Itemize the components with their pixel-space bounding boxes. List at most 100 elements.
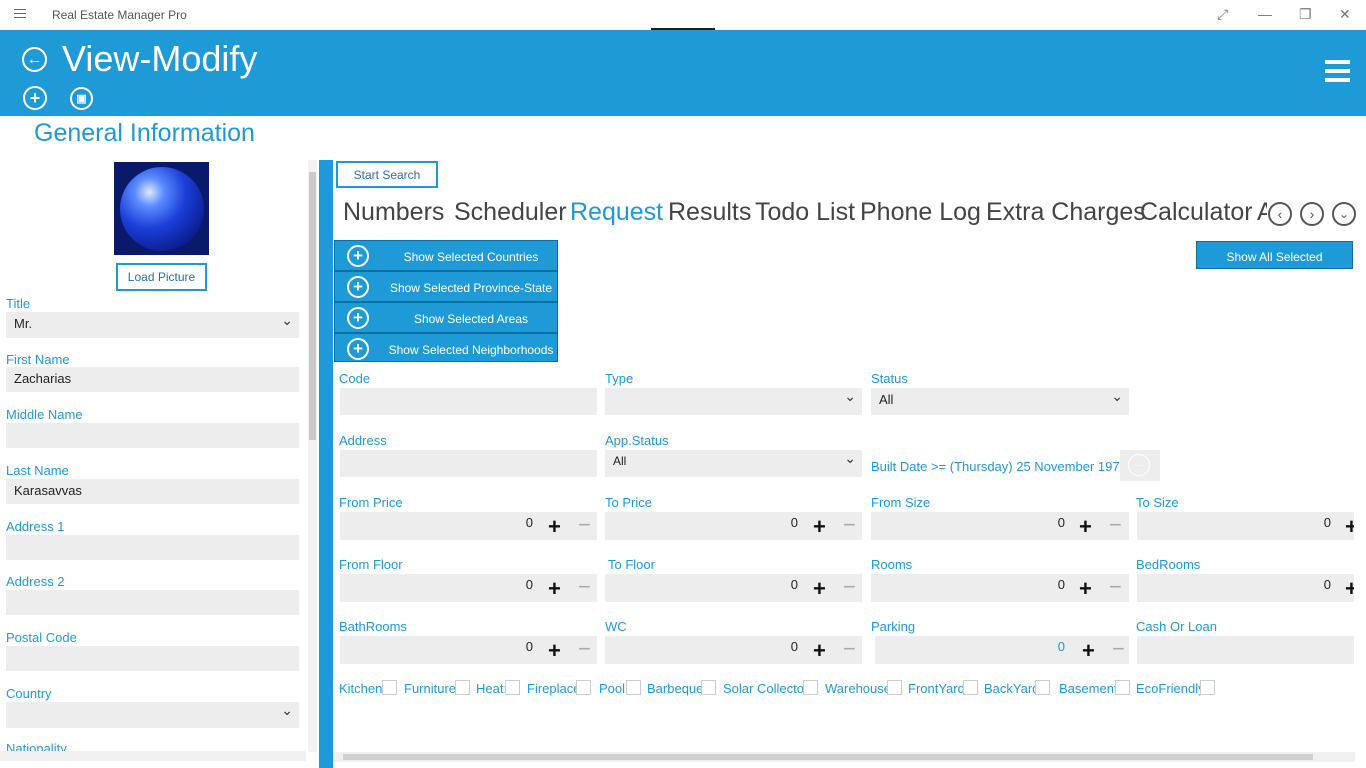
show-selected-countries-button[interactable]: + Show Selected Countries — [334, 240, 558, 271]
solar-collector-checkbox[interactable] — [803, 680, 818, 695]
tab-numbers[interactable]: Numbers — [343, 198, 444, 227]
warehouse-checkbox[interactable] — [887, 680, 902, 695]
address2-label: Address 2 — [6, 574, 65, 589]
to-floor-plus-icon[interactable]: + — [813, 576, 826, 602]
address1-field[interactable] — [6, 535, 299, 560]
show-all-selected-button[interactable]: Show All Selected — [1196, 241, 1353, 269]
tab-calculator[interactable]: Calculator — [1140, 198, 1253, 227]
fireplace-checkbox[interactable] — [576, 680, 591, 695]
basement-checkbox[interactable] — [1115, 680, 1130, 695]
first-name-field[interactable]: Zacharias — [6, 367, 299, 392]
tab-extra-charges[interactable]: Extra Charges — [986, 198, 1146, 227]
restore-icon[interactable]: ❐ — [1299, 6, 1312, 23]
rooms-minus-icon[interactable]: − — [1109, 574, 1122, 600]
hamburger-icon[interactable] — [1325, 60, 1350, 87]
tabs-expand-icon[interactable]: ⌄ — [1332, 202, 1356, 226]
plus-circle-icon: + — [347, 276, 369, 298]
close-icon[interactable]: ✕ — [1339, 6, 1351, 23]
load-picture-button[interactable]: Load Picture — [116, 263, 207, 291]
left-horizontal-scrollbar[interactable] — [0, 751, 306, 761]
wc-plus-icon[interactable]: + — [813, 638, 826, 664]
tab-results[interactable]: Results — [668, 198, 751, 227]
tab-request[interactable]: Request — [570, 198, 663, 227]
fullscreen-icon[interactable]: ⤢ — [1217, 6, 1228, 23]
show-selected-neighborhoods-label: Show Selected Neighborhoods — [388, 343, 554, 357]
pool-checkbox[interactable] — [626, 680, 641, 695]
parking-plus-icon[interactable]: + — [1082, 638, 1095, 664]
from-price-minus-icon[interactable]: − — [578, 512, 591, 538]
to-size-plus-icon[interactable]: + — [1345, 514, 1354, 540]
back-arrow-icon[interactable]: ← — [22, 47, 47, 72]
panel-splitter[interactable] — [319, 160, 333, 768]
app-status-select[interactable]: All — [605, 450, 862, 477]
to-floor-label: To Floor — [608, 557, 655, 572]
kitchen-checkbox[interactable] — [382, 680, 397, 695]
show-selected-neighborhoods-button[interactable]: + Show Selected Neighborhoods — [334, 333, 558, 362]
to-size-field[interactable]: 0 — [1137, 512, 1354, 540]
profile-picture — [114, 162, 209, 255]
minimize-icon[interactable]: — — [1258, 6, 1272, 22]
from-floor-minus-icon[interactable]: − — [578, 574, 591, 600]
cash-or-loan-field[interactable] — [1137, 636, 1354, 664]
bedrooms-field[interactable]: 0 — [1137, 574, 1354, 602]
built-date-button[interactable]: … — [1120, 450, 1160, 481]
furniture-label: Furniture: — [404, 681, 460, 696]
left-scroll-thumb[interactable] — [309, 172, 316, 440]
bathrooms-label: BathRooms — [339, 619, 407, 634]
status-select[interactable]: All — [871, 388, 1129, 415]
last-name-field[interactable]: Karasavvas — [6, 479, 299, 504]
show-selected-areas-button[interactable]: + Show Selected Areas — [334, 302, 558, 333]
from-floor-plus-icon[interactable]: + — [548, 576, 561, 602]
right-scroll-thumb[interactable] — [343, 754, 1313, 760]
frontyard-checkbox[interactable] — [963, 680, 978, 695]
show-selected-province-label: Show Selected Province-State — [389, 281, 553, 295]
built-date-text[interactable]: Built Date >= (Thursday) 25 November 197… — [871, 459, 1127, 474]
tabs-previous-icon[interactable]: ‹ — [1268, 202, 1292, 226]
backyard-checkbox[interactable] — [1035, 680, 1050, 695]
from-size-plus-icon[interactable]: + — [1079, 514, 1092, 540]
header-bar: ← View-Modify + ▣ — [0, 30, 1366, 116]
type-select[interactable] — [605, 388, 862, 415]
show-selected-province-button[interactable]: + Show Selected Province-State — [334, 271, 558, 302]
ecofriendly-checkbox[interactable] — [1200, 680, 1215, 695]
from-price-plus-icon[interactable]: + — [548, 514, 561, 540]
barbeque-label: Barbeque: — [647, 681, 707, 696]
plus-icon[interactable]: + — [23, 86, 47, 110]
furniture-checkbox[interactable] — [455, 680, 470, 695]
save-icon[interactable]: ▣ — [70, 87, 93, 110]
to-price-minus-icon[interactable]: − — [843, 512, 856, 538]
first-name-label: First Name — [6, 352, 70, 367]
wc-minus-icon[interactable]: − — [843, 636, 856, 662]
status-label: Status — [871, 371, 908, 386]
right-horizontal-scrollbar[interactable] — [333, 752, 1355, 762]
address-field[interactable] — [340, 450, 597, 477]
from-size-minus-icon[interactable]: − — [1109, 512, 1122, 538]
from-floor-label: From Floor — [339, 557, 403, 572]
tab-todo-list[interactable]: Todo List — [755, 198, 855, 227]
barbeque-checkbox[interactable] — [701, 680, 716, 695]
to-price-plus-icon[interactable]: + — [813, 514, 826, 540]
address2-field[interactable] — [6, 590, 299, 615]
heat-label: Heat: — [476, 681, 508, 696]
bathrooms-minus-icon[interactable]: − — [578, 636, 591, 662]
tab-phone-log[interactable]: Phone Log — [860, 198, 981, 227]
tabs-next-icon[interactable]: › — [1300, 202, 1324, 226]
postal-code-field[interactable] — [6, 646, 299, 671]
bedrooms-plus-icon[interactable]: + — [1345, 576, 1354, 602]
heat-checkbox[interactable] — [505, 680, 520, 695]
title-label: Title — [6, 296, 31, 311]
tab-truncated[interactable]: A — [1257, 198, 1267, 227]
left-vertical-scrollbar[interactable] — [308, 160, 317, 752]
rooms-plus-icon[interactable]: + — [1079, 576, 1092, 602]
parking-minus-icon[interactable]: − — [1112, 636, 1125, 662]
to-floor-minus-icon[interactable]: − — [843, 574, 856, 600]
title-select[interactable]: Mr. — [6, 312, 299, 338]
tab-scheduler[interactable]: Scheduler — [454, 198, 567, 227]
country-select[interactable] — [6, 702, 299, 728]
app-menu-icon[interactable] — [14, 9, 26, 21]
code-field[interactable] — [340, 388, 597, 415]
start-search-button[interactable]: Start Search — [336, 161, 438, 188]
bathrooms-plus-icon[interactable]: + — [548, 638, 561, 664]
basement-label: Basement: — [1059, 681, 1122, 696]
middle-name-field[interactable] — [6, 423, 299, 448]
